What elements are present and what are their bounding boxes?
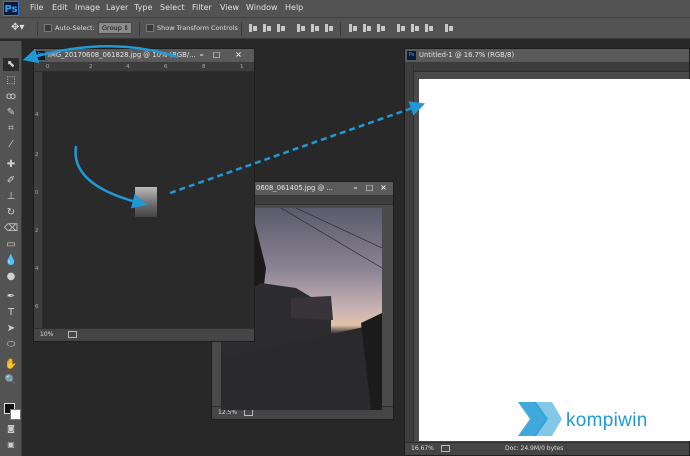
arrow-to-move-tool	[22, 45, 179, 64]
watermark-text: kompiwin	[566, 410, 648, 431]
arrow-to-thumbnail	[74, 145, 148, 209]
annotation-arrows	[22, 45, 426, 209]
arrow-to-untitled	[169, 101, 426, 195]
kompiwin-logo-icon	[518, 402, 562, 436]
